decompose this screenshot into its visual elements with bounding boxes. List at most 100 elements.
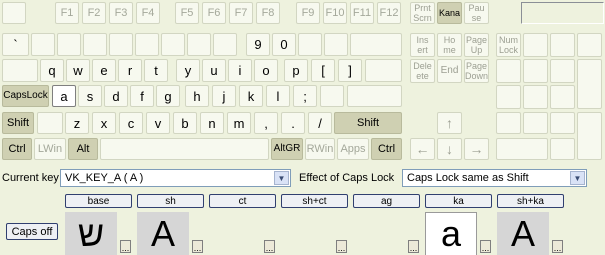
key-m[interactable]: m xyxy=(227,112,251,134)
key-j[interactable]: j xyxy=(212,85,236,107)
key-ctrl-left[interactable]: Ctrl xyxy=(2,138,32,160)
caps-effect-select[interactable]: Caps Lock same as Shift ▼ xyxy=(402,169,587,187)
key-kana[interactable]: Kana xyxy=(437,2,462,24)
key-period[interactable]: . xyxy=(281,112,305,134)
key-2[interactable] xyxy=(57,33,81,56)
key-space[interactable] xyxy=(100,138,269,160)
key-backspace[interactable] xyxy=(350,33,402,56)
arrow-up-icon[interactable]: ↑ xyxy=(437,112,462,134)
key-n[interactable]: n xyxy=(200,112,224,134)
chevron-down-icon[interactable]: ▼ xyxy=(274,171,289,185)
key-pageup[interactable]: Page Up xyxy=(464,33,489,57)
edit-base-button[interactable]: ... xyxy=(120,240,131,253)
key-f3[interactable]: F3 xyxy=(109,2,133,24)
key-rwin[interactable]: RWin xyxy=(305,138,335,160)
key-x[interactable]: x xyxy=(92,112,116,134)
edit-altgr-button[interactable]: ... xyxy=(408,240,419,253)
key-f1[interactable]: F1 xyxy=(55,2,79,24)
key-9[interactable]: 9 xyxy=(246,33,270,56)
key-f10[interactable]: F10 xyxy=(323,2,347,24)
numpad-5[interactable] xyxy=(523,85,548,109)
key-esc[interactable] xyxy=(2,2,26,24)
key-0[interactable]: 0 xyxy=(272,33,296,56)
key-semicolon[interactable]: ; xyxy=(293,85,317,107)
key-slash[interactable]: / xyxy=(308,112,332,134)
key-home[interactable]: Ho me xyxy=(437,33,462,57)
edit-ctrl-button[interactable]: ... xyxy=(264,240,275,253)
key-numlock[interactable]: Num Lock xyxy=(496,33,521,57)
key-delete[interactable]: Dele ete xyxy=(410,59,435,83)
numpad-4[interactable] xyxy=(496,85,521,109)
glyph-kana[interactable]: a xyxy=(425,212,477,255)
key-q[interactable]: q xyxy=(40,59,64,82)
edit-shift-kana-button[interactable]: ... xyxy=(552,240,563,253)
key-102[interactable] xyxy=(37,112,63,134)
arrow-down-icon[interactable]: ↓ xyxy=(437,138,462,160)
shift-state-ka[interactable]: ka xyxy=(425,194,492,208)
key-w[interactable]: w xyxy=(66,59,90,82)
edit-shift-button[interactable]: ... xyxy=(192,240,203,253)
edit-shift-ctrl-button[interactable]: ... xyxy=(336,240,347,253)
key-end[interactable]: End xyxy=(437,59,462,83)
numpad-7[interactable] xyxy=(496,59,521,83)
key-pagedown[interactable]: Page Down xyxy=(464,59,489,83)
key-f11[interactable]: F11 xyxy=(350,2,374,24)
numpad-plus[interactable] xyxy=(577,59,602,109)
key-k[interactable]: k xyxy=(239,85,263,107)
key-s[interactable]: s xyxy=(78,85,102,107)
key-l[interactable]: l xyxy=(266,85,290,107)
shift-state-shct[interactable]: sh+ct xyxy=(281,194,348,208)
shift-state-shka[interactable]: sh+ka xyxy=(497,194,564,208)
key-prtscn[interactable]: Prnt Scrn xyxy=(410,2,435,24)
numpad-3[interactable] xyxy=(550,112,575,134)
numpad-multiply[interactable] xyxy=(550,33,575,57)
shift-state-ct[interactable]: ct xyxy=(209,194,276,208)
key-i[interactable]: i xyxy=(228,59,252,82)
glyph-shift-kana[interactable]: A xyxy=(497,212,549,255)
key-g[interactable]: g xyxy=(156,85,180,107)
numpad-2[interactable] xyxy=(523,112,548,134)
key-backslash[interactable] xyxy=(365,59,402,82)
numpad-6[interactable] xyxy=(550,85,575,109)
key-pause[interactable]: Pau se xyxy=(464,2,489,24)
key-a[interactable]: a xyxy=(52,85,76,107)
glyph-base[interactable]: ש xyxy=(65,212,117,255)
chevron-down-icon[interactable]: ▼ xyxy=(570,171,585,185)
key-f[interactable]: f xyxy=(130,85,154,107)
key-e[interactable]: e xyxy=(92,59,116,82)
key-f12[interactable]: F12 xyxy=(377,2,401,24)
numpad-9[interactable] xyxy=(550,59,575,83)
key-f4[interactable]: F4 xyxy=(136,2,160,24)
numpad-minus[interactable] xyxy=(577,33,602,57)
key-z[interactable]: z xyxy=(65,112,89,134)
key-capslock[interactable]: CapsLock xyxy=(2,85,49,107)
key-comma[interactable]: , xyxy=(254,112,278,134)
key-insert[interactable]: Ins ert xyxy=(410,33,435,57)
numpad-decimal[interactable] xyxy=(550,138,575,160)
key-c[interactable]: c xyxy=(119,112,143,134)
key-5[interactable] xyxy=(135,33,159,56)
key-ctrl-right[interactable]: Ctrl xyxy=(371,138,402,160)
arrow-left-icon[interactable]: ← xyxy=(410,138,435,160)
key-apps[interactable]: Apps xyxy=(337,138,369,160)
key-8[interactable] xyxy=(213,33,237,56)
key-4[interactable] xyxy=(109,33,133,56)
key-shift-right[interactable]: Shift xyxy=(334,112,402,134)
key-3[interactable] xyxy=(83,33,107,56)
numpad-8[interactable] xyxy=(523,59,548,83)
key-p[interactable]: p xyxy=(284,59,308,82)
key-quote[interactable] xyxy=(320,85,344,107)
key-lwin[interactable]: LWin xyxy=(34,138,66,160)
shift-state-ag[interactable]: ag xyxy=(353,194,420,208)
key-minus[interactable] xyxy=(298,33,322,56)
arrow-right-icon[interactable]: → xyxy=(464,138,489,160)
edit-kana-button[interactable]: ... xyxy=(480,240,491,253)
shift-state-sh[interactable]: sh xyxy=(137,194,204,208)
key-alt[interactable]: Alt xyxy=(68,138,98,160)
key-u[interactable]: u xyxy=(202,59,226,82)
key-lbracket[interactable]: [ xyxy=(311,59,335,82)
key-equals[interactable] xyxy=(324,33,348,56)
current-key-select[interactable]: VK_KEY_A ( A ) ▼ xyxy=(60,169,291,187)
key-rbracket[interactable]: ] xyxy=(338,59,362,82)
key-d[interactable]: d xyxy=(104,85,128,107)
